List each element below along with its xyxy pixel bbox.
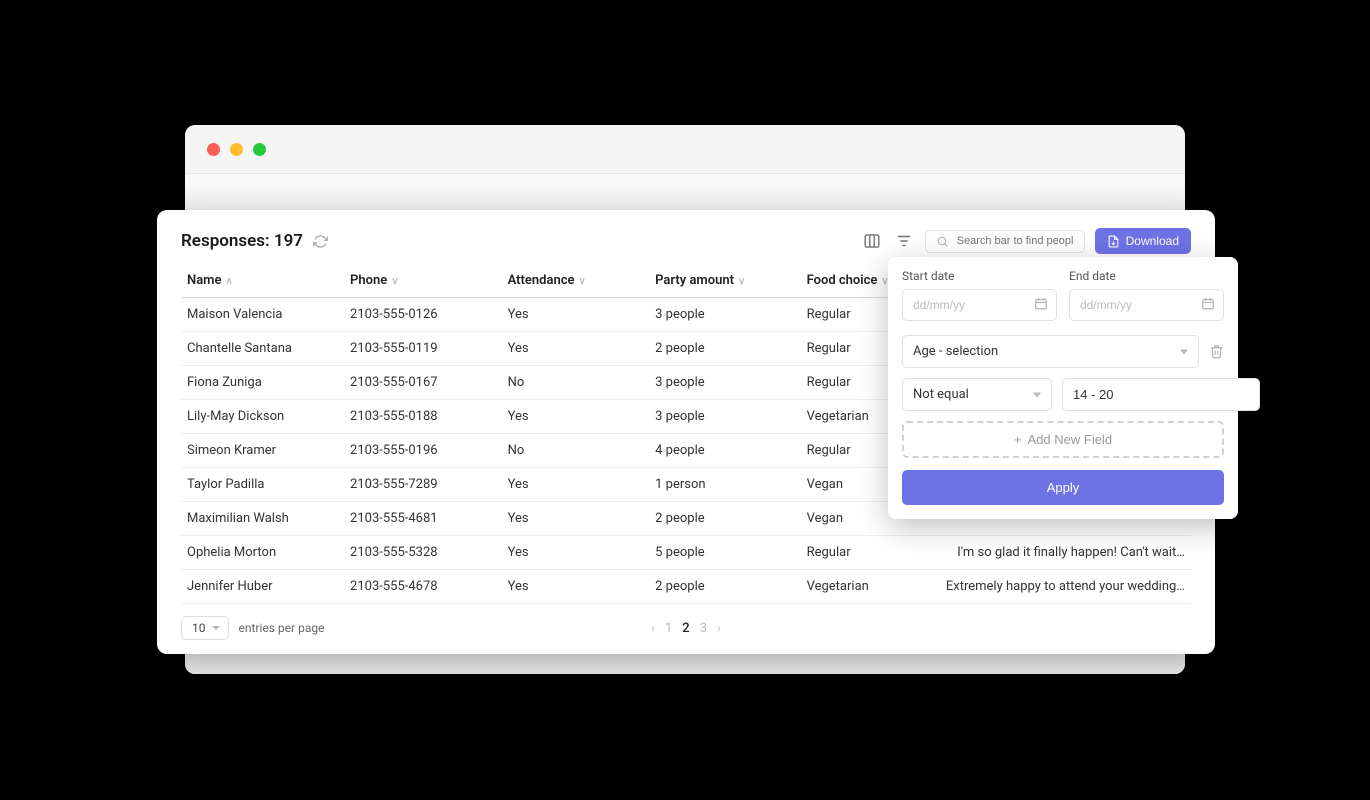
cell-phone: 2103-555-7289 (344, 468, 502, 502)
add-field-button[interactable]: + Add New Field (902, 421, 1224, 458)
cell-party: 3 people (649, 400, 800, 434)
cell-name: Maximilian Walsh (181, 502, 344, 536)
search-input[interactable] (957, 235, 1074, 247)
download-icon (1107, 235, 1120, 248)
start-date-label: Start date (902, 269, 1057, 283)
date-range-row: Start date End date (902, 269, 1224, 321)
cell-name: Chantelle Santana (181, 332, 344, 366)
start-date-input-wrap (902, 289, 1057, 321)
panel-footer: 10 entries per page ‹ 1 2 3 › (181, 616, 1191, 640)
pagination: ‹ 1 2 3 › (651, 621, 721, 636)
page-2[interactable]: 2 (682, 621, 689, 636)
cell-name: Simeon Kramer (181, 434, 344, 468)
cell-comment: Extremely happy to attend your wedding… (940, 570, 1191, 604)
end-date-col: End date (1069, 269, 1224, 321)
cell-food: Regular (801, 536, 940, 570)
cell-party: 2 people (649, 570, 800, 604)
end-date-label: End date (1069, 269, 1224, 283)
cell-attendance: Yes (502, 298, 650, 332)
cell-attendance: Yes (502, 570, 650, 604)
plus-icon: + (1014, 432, 1022, 447)
search-box[interactable] (925, 230, 1085, 253)
cell-attendance: No (502, 366, 650, 400)
operator-select[interactable]: Not equal (902, 378, 1052, 411)
titlebar (185, 125, 1185, 173)
table-row[interactable]: Ophelia Morton 2103-555-5328 Yes 5 peopl… (181, 536, 1191, 570)
cell-name: Taylor Padilla (181, 468, 344, 502)
cell-comment: I'm so glad it finally happen! Can't wai… (940, 536, 1191, 570)
cell-phone: 2103-555-4678 (344, 570, 502, 604)
close-window-button[interactable] (207, 143, 220, 156)
cell-attendance: Yes (502, 332, 650, 366)
field-select[interactable]: Age - selection (902, 335, 1199, 368)
panel-header-left: Responses: 197 (181, 231, 328, 251)
cell-party: 5 people (649, 536, 800, 570)
calendar-icon[interactable] (1201, 296, 1215, 315)
page-next[interactable]: › (717, 621, 721, 636)
cell-name: Lily-May Dickson (181, 400, 344, 434)
cell-attendance: Yes (502, 468, 650, 502)
download-label: Download (1126, 234, 1179, 248)
cell-party: 1 person (649, 468, 800, 502)
cell-party: 4 people (649, 434, 800, 468)
cell-attendance: No (502, 434, 650, 468)
page-prev[interactable]: ‹ (651, 621, 655, 636)
responses-title: Responses: 197 (181, 231, 303, 251)
column-header-phone[interactable]: Phone∨ (344, 264, 502, 298)
cell-party: 3 people (649, 298, 800, 332)
cell-attendance: Yes (502, 502, 650, 536)
sort-icon: ∨ (738, 276, 745, 287)
table-row[interactable]: Jennifer Huber 2103-555-4678 Yes 2 peopl… (181, 570, 1191, 604)
maximize-window-button[interactable] (253, 143, 266, 156)
end-date-input-wrap (1069, 289, 1224, 321)
trash-icon[interactable] (1209, 344, 1224, 359)
filter-operator-row: Not equal (902, 378, 1224, 411)
minimize-window-button[interactable] (230, 143, 243, 156)
cell-phone: 2103-555-0126 (344, 298, 502, 332)
filter-panel: Start date End date Age - selection Not … (888, 257, 1238, 519)
apply-button[interactable]: Apply (902, 470, 1224, 505)
filter-icon[interactable] (893, 230, 915, 252)
per-page-label: entries per page (239, 621, 325, 635)
per-page-select[interactable]: 10 (181, 616, 229, 640)
page-1[interactable]: 1 (665, 621, 672, 636)
columns-icon[interactable] (861, 230, 883, 252)
column-header-party[interactable]: Party amount∨ (649, 264, 800, 298)
cell-attendance: Yes (502, 400, 650, 434)
cell-phone: 2103-555-0167 (344, 366, 502, 400)
cell-name: Maison Valencia (181, 298, 344, 332)
cell-phone: 2103-555-5328 (344, 536, 502, 570)
cell-party: 2 people (649, 502, 800, 536)
cell-food: Vegetarian (801, 570, 940, 604)
start-date-col: Start date (902, 269, 1057, 321)
sort-icon: ∨ (391, 276, 398, 287)
cell-party: 3 people (649, 366, 800, 400)
sort-icon: ∨ (578, 276, 585, 287)
panel-header: Responses: 197 Download (181, 228, 1191, 254)
per-page: 10 entries per page (181, 616, 324, 640)
refresh-icon[interactable] (313, 234, 328, 249)
cell-phone: 2103-555-0196 (344, 434, 502, 468)
cell-phone: 2103-555-4681 (344, 502, 502, 536)
search-icon (936, 235, 949, 248)
column-header-attendance[interactable]: Attendance∨ (502, 264, 650, 298)
calendar-icon[interactable] (1034, 296, 1048, 315)
download-button[interactable]: Download (1095, 228, 1191, 254)
add-field-label: Add New Field (1028, 432, 1113, 447)
sort-asc-icon: ∧ (225, 276, 232, 287)
column-header-name[interactable]: Name∧ (181, 264, 344, 298)
page-3[interactable]: 3 (700, 621, 707, 636)
cell-name: Jennifer Huber (181, 570, 344, 604)
cell-phone: 2103-555-0188 (344, 400, 502, 434)
cell-name: Fiona Zuniga (181, 366, 344, 400)
cell-phone: 2103-555-0119 (344, 332, 502, 366)
cell-party: 2 people (649, 332, 800, 366)
filter-field-row: Age - selection (902, 335, 1224, 368)
panel-header-right: Download (861, 228, 1191, 254)
cell-attendance: Yes (502, 536, 650, 570)
filter-value-input[interactable] (1062, 378, 1260, 411)
cell-name: Ophelia Morton (181, 536, 344, 570)
